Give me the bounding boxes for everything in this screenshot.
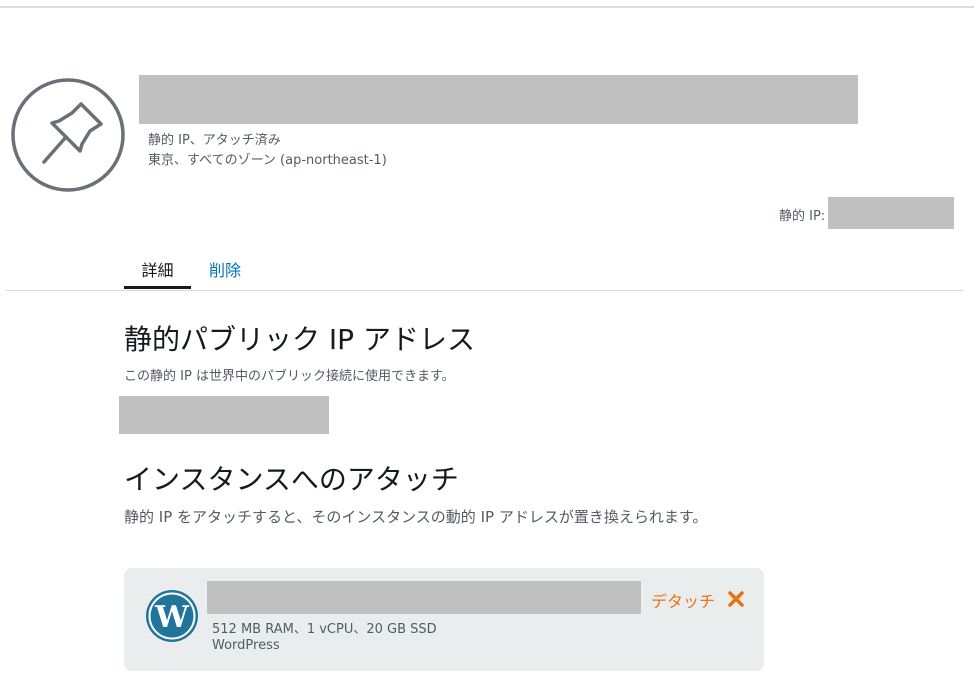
pushpin-icon xyxy=(11,78,125,192)
instance-blueprint: WordPress xyxy=(212,638,280,653)
wordpress-icon: W xyxy=(146,590,198,642)
close-icon[interactable] xyxy=(726,589,746,609)
tab-details[interactable]: 詳細 xyxy=(124,259,191,289)
public-ip-title: 静的パブリック IP アドレス xyxy=(124,323,475,356)
tabs-divider xyxy=(6,290,963,291)
static-ip-label: 静的 IP: xyxy=(779,209,826,224)
detach-button[interactable]: デタッチ xyxy=(651,588,715,612)
resource-name-redacted xyxy=(139,75,858,124)
region-label: 東京、すべてのゾーン (ap-northeast-1) xyxy=(148,153,387,168)
top-border xyxy=(0,0,974,8)
attach-title: インスタンスへのアタッチ xyxy=(124,463,459,496)
public-ip-description: この静的 IP は世界中のパブリック接続に使用できます。 xyxy=(124,369,455,384)
resource-type: 静的 IP、アタッチ済み xyxy=(148,133,281,148)
static-ip-value-redacted xyxy=(828,197,954,229)
instance-spec: 512 MB RAM、1 vCPU、20 GB SSD xyxy=(212,622,437,637)
tab-delete[interactable]: 削除 xyxy=(200,259,250,289)
public-ip-value-redacted xyxy=(119,396,329,434)
svg-text:W: W xyxy=(154,600,190,635)
attach-description: 静的 IP をアタッチすると、そのインスタンスの動的 IP アドレスが置き換えら… xyxy=(124,508,708,526)
instance-name-redacted xyxy=(207,581,641,614)
